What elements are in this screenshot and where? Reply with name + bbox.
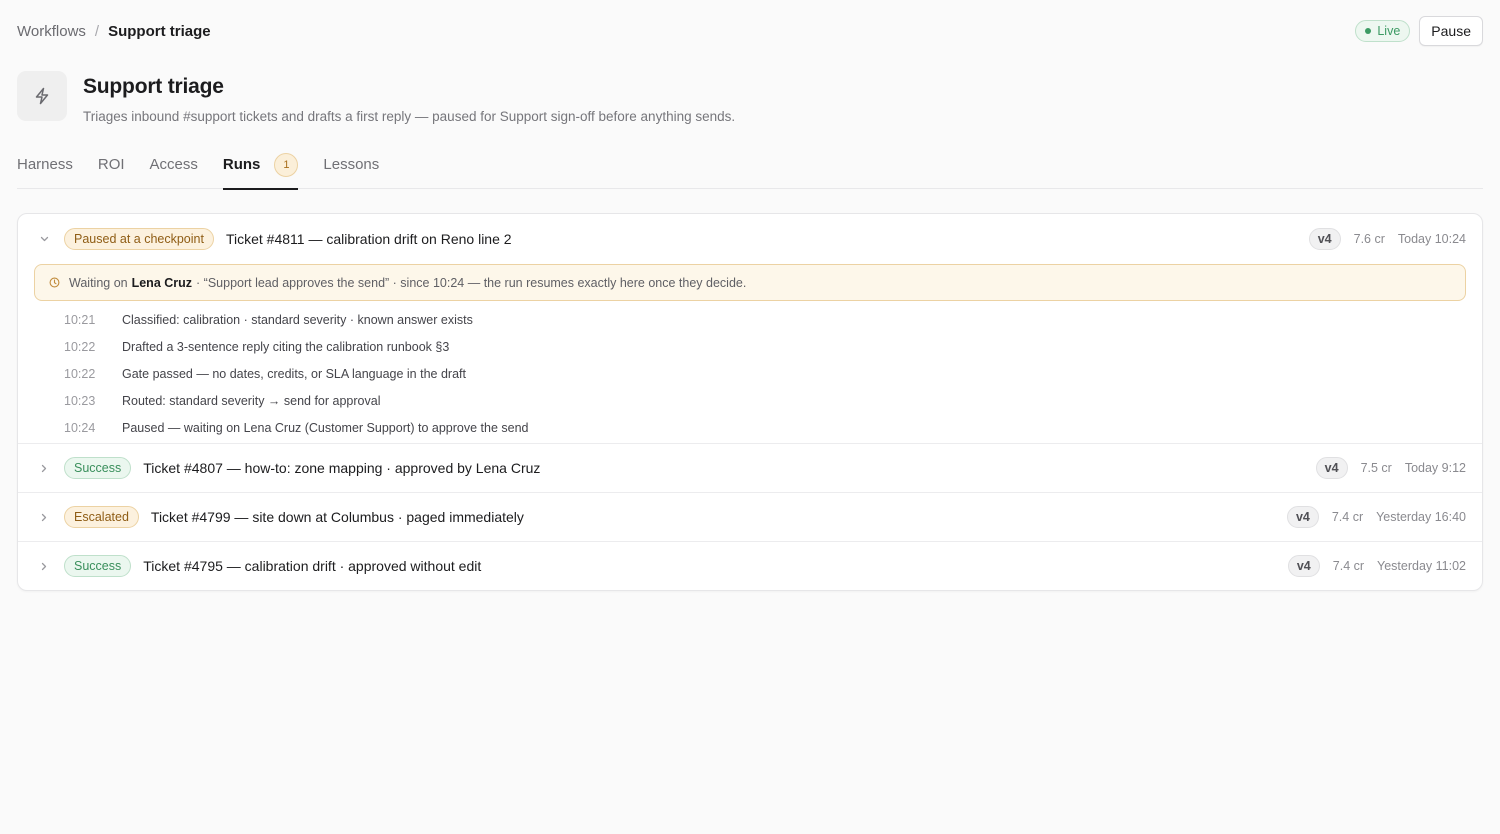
step-text: Classified: calibration · standard sever…	[122, 312, 473, 327]
step-row: 10:23 Routed: standard severity → send f…	[64, 387, 1482, 414]
run-row[interactable]: Paused at a checkpoint Ticket #4811 — ca…	[18, 214, 1482, 263]
bolt-icon	[17, 71, 67, 121]
chevron-right-icon[interactable]	[38, 562, 50, 571]
tab-label: Lessons	[323, 156, 380, 173]
breadcrumb-separator: /	[94, 22, 100, 40]
live-label: Live	[1377, 24, 1401, 38]
step-time: 10:22	[64, 366, 96, 381]
step-row: 10:24 Paused — waiting on Lena Cruz (Cus…	[64, 414, 1482, 441]
run-item: Escalated Ticket #4799 — site down at Co…	[18, 493, 1482, 542]
step-text: Paused — waiting on Lena Cruz (Customer …	[122, 420, 529, 435]
live-status-badge: Live	[1355, 20, 1411, 42]
tab-label: ROI	[97, 156, 125, 173]
run-step-log: 10:21 Classified: calibration · standard…	[18, 301, 1482, 443]
tab-lessons[interactable]: Lessons	[323, 148, 379, 189]
step-time: 10:21	[64, 312, 96, 327]
runs-count-badge: 1	[274, 152, 299, 177]
step-text: Drafted a 3-sentence reply citing the ca…	[122, 339, 450, 354]
version-badge: v4	[1286, 506, 1319, 528]
run-timestamp: Yesterday 11:02	[1377, 559, 1466, 573]
top-bar: Workflows / Support triage Live Pause	[17, 16, 1483, 46]
chevron-right-icon[interactable]	[38, 464, 50, 473]
run-title: Ticket #4807 — how-to: zone mapping · ap…	[143, 460, 541, 476]
run-row[interactable]: Success Ticket #4795 — calibration drift…	[18, 542, 1482, 590]
step-row: 10:22 Gate passed — no dates, credits, o…	[64, 360, 1482, 387]
tab-access[interactable]: Access	[150, 148, 198, 189]
tab-runs[interactable]: Runs 1	[222, 148, 299, 190]
step-time: 10:23	[64, 393, 96, 408]
status-badge: Success	[64, 457, 132, 479]
chevron-down-icon[interactable]	[38, 236, 50, 242]
page-title: Support triage	[83, 75, 224, 98]
run-timestamp: Today 9:12	[1404, 461, 1466, 475]
breadcrumb-workflows-link[interactable]: Workflows	[17, 23, 86, 40]
version-badge: v4	[1308, 227, 1341, 250]
tab-label: Runs	[222, 156, 261, 173]
version-badge: v4	[1315, 457, 1348, 479]
tab-harness[interactable]: Harness	[17, 148, 73, 189]
run-row[interactable]: Escalated Ticket #4799 — site down at Co…	[18, 493, 1482, 541]
clock-icon	[49, 277, 60, 288]
step-text: Routed: standard severity → send for app…	[122, 393, 381, 408]
waiting-detail: · “Support lead approves the send” · sin…	[196, 275, 747, 290]
tab-label: Access	[149, 156, 198, 173]
pause-button[interactable]: Pause	[1419, 16, 1483, 46]
step-row: 10:21 Classified: calibration · standard…	[64, 306, 1482, 333]
run-cost: 7.6 cr	[1353, 231, 1385, 246]
run-row[interactable]: Success Ticket #4807 — how-to: zone mapp…	[18, 444, 1482, 492]
run-title: Ticket #4799 — site down at Columbus · p…	[150, 509, 524, 525]
run-title: Ticket #4795 — calibration drift · appro…	[143, 558, 482, 574]
step-time: 10:24	[64, 420, 96, 435]
tab-bar: Harness ROI Access Runs 1 Lessons	[17, 148, 1483, 190]
run-cost: 7.5 cr	[1360, 461, 1392, 475]
waiting-banner: Waiting on Lena Cruz · “Support lead app…	[34, 264, 1466, 301]
page-description: Triages inbound #support tickets and dra…	[83, 109, 736, 124]
run-timestamp: Yesterday 16:40	[1376, 510, 1466, 524]
workflow-header: Support triage Triages inbound #support …	[17, 71, 735, 124]
run-timestamp: Today 10:24	[1397, 231, 1466, 246]
status-badge: Paused at a checkpoint	[64, 227, 214, 250]
version-badge: v4	[1287, 555, 1320, 577]
breadcrumb: Workflows / Support triage	[17, 23, 211, 40]
live-dot-icon	[1365, 28, 1372, 34]
top-actions: Live Pause	[1355, 16, 1483, 46]
step-text: Gate passed — no dates, credits, or SLA …	[122, 366, 466, 381]
breadcrumb-current: Support triage	[108, 22, 211, 40]
tab-roi[interactable]: ROI	[98, 148, 125, 189]
run-item: Success Ticket #4807 — how-to: zone mapp…	[18, 444, 1482, 493]
tab-label: Harness	[17, 156, 73, 173]
status-badge: Escalated	[64, 506, 139, 528]
step-time: 10:22	[64, 339, 96, 354]
runs-list: Paused at a checkpoint Ticket #4811 — ca…	[17, 213, 1483, 591]
run-cost: 7.4 cr	[1332, 559, 1365, 573]
run-item: Paused at a checkpoint Ticket #4811 — ca…	[18, 214, 1482, 444]
run-item: Success Ticket #4795 — calibration drift…	[18, 542, 1482, 590]
run-title: Ticket #4811 — calibration drift on Reno…	[225, 230, 512, 247]
waiting-prefix: Waiting on	[69, 275, 128, 290]
status-badge: Success	[64, 555, 132, 577]
step-row: 10:22 Drafted a 3-sentence reply citing …	[64, 333, 1482, 360]
run-cost: 7.4 cr	[1331, 510, 1364, 524]
waiting-approver: Lena Cruz	[131, 275, 193, 290]
chevron-right-icon[interactable]	[38, 513, 50, 522]
